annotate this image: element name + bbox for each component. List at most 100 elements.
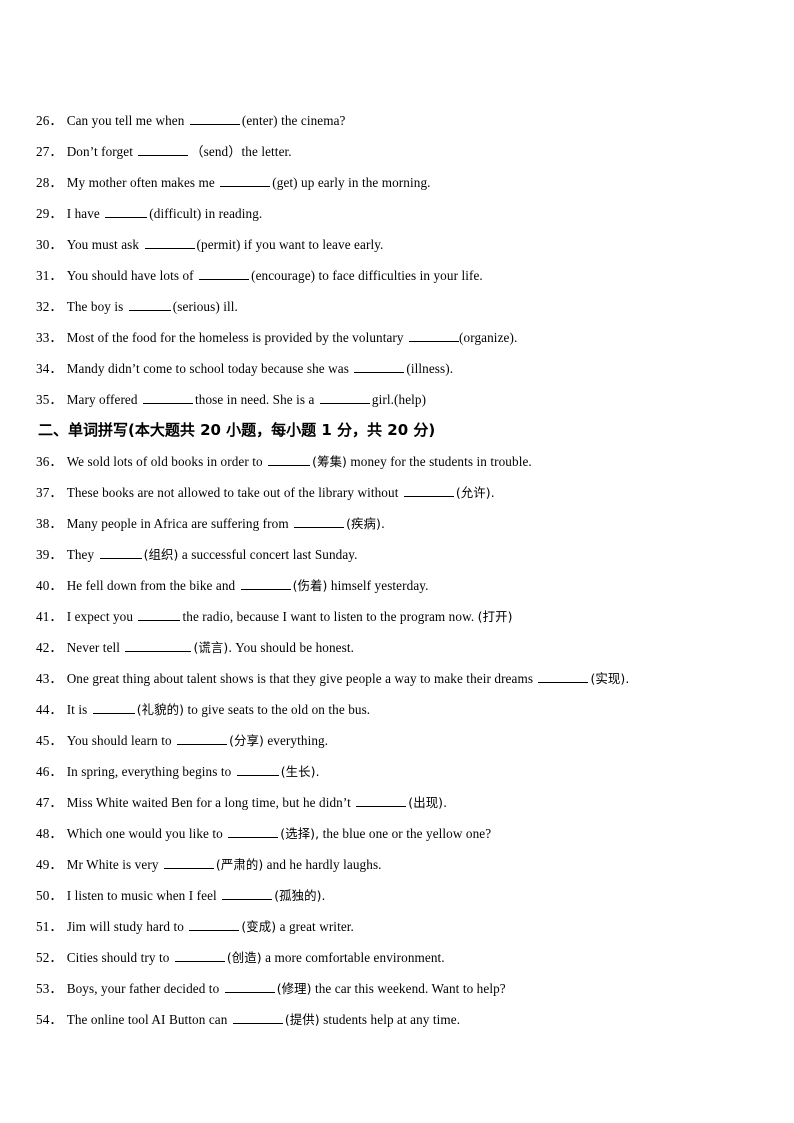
text-spacer: [263, 454, 266, 469]
answer-blank[interactable]: [232, 1012, 283, 1024]
answer-blank[interactable]: [189, 113, 240, 125]
answer-blank[interactable]: [177, 733, 228, 745]
question-text: You should be honest.: [235, 640, 354, 655]
text-spacer: [184, 113, 187, 128]
answer-blank[interactable]: [128, 299, 171, 311]
answer-blank[interactable]: [144, 237, 195, 249]
text-spacer: [215, 175, 218, 190]
answer-blank[interactable]: [220, 175, 271, 187]
text-spacer: [227, 1012, 230, 1027]
question-text: I listen to music when I feel: [66, 888, 217, 903]
text-spacer: [138, 392, 141, 407]
text-spacer: [398, 485, 401, 500]
text-spacer: [194, 268, 197, 283]
question-line: 54． The online tool AI Button can (提供) st…: [36, 1004, 758, 1035]
text-spacer: [172, 733, 175, 748]
answer-blank[interactable]: [228, 826, 279, 838]
answer-blank[interactable]: [294, 516, 345, 528]
chinese-hint: (提供): [284, 1012, 320, 1027]
question-number: 28．: [36, 175, 63, 190]
answer-blank[interactable]: [354, 361, 405, 373]
question-line: 38． Many people in Africa are suffering f…: [36, 508, 758, 539]
question-text: everything.: [267, 733, 329, 748]
question-line: 47． Miss White waited Ben for a long time…: [36, 787, 758, 818]
question-number: 26．: [36, 113, 63, 128]
question-number: 50．: [36, 888, 63, 903]
chinese-hint: (变成): [241, 919, 277, 934]
question-text: (serious) ill.: [172, 299, 238, 314]
answer-blank[interactable]: [163, 857, 214, 869]
question-number: 35．: [36, 392, 63, 407]
chinese-hint: (创造): [226, 950, 262, 965]
question-line: 37． These books are not allowed to take o…: [36, 477, 758, 508]
question-line: 53． Boys, your father decided to (修理) the…: [36, 973, 758, 1004]
question-line: 35． Mary offered those in need. She is a …: [36, 384, 758, 415]
question-number: 45．: [36, 733, 63, 748]
question-text: We sold lots of old books in order to: [66, 454, 263, 469]
answer-blank[interactable]: [240, 578, 291, 590]
answer-blank[interactable]: [403, 485, 454, 497]
text-spacer: [87, 702, 90, 717]
answer-blank[interactable]: [125, 640, 192, 652]
question-line: 27． Don’t forget （send）the letter.: [36, 136, 758, 167]
question-text: (illness).: [406, 361, 454, 376]
question-text: I have: [66, 206, 100, 221]
answer-blank[interactable]: [222, 888, 273, 900]
answer-blank[interactable]: [174, 950, 225, 962]
question-number: 29．: [36, 206, 63, 221]
question-text: These books are not allowed to take out …: [66, 485, 399, 500]
question-number: 44．: [36, 702, 63, 717]
chinese-hint: (礼貌的): [136, 702, 185, 717]
question-text: a more comfortable environment.: [265, 950, 445, 965]
chinese-hint: (允许).: [455, 485, 495, 500]
question-text: Don’t forget: [66, 144, 133, 159]
chinese-hint: (分享): [229, 733, 264, 748]
question-group-two: 36． We sold lots of old books in order to…: [36, 446, 758, 1035]
question-line: 49． Mr White is very (严肃的) and he hardly …: [36, 849, 758, 880]
answer-blank[interactable]: [92, 702, 135, 714]
question-text: himself yesterday.: [330, 578, 429, 593]
question-text: You should have lots of: [66, 268, 194, 283]
question-text: (difficult) in reading.: [149, 206, 263, 221]
chinese-hint: (选择),: [280, 826, 320, 841]
answer-blank[interactable]: [143, 392, 193, 404]
answer-blank[interactable]: [224, 981, 275, 993]
text-spacer: [133, 609, 136, 624]
question-line: 39． They (组织) a successful concert last S…: [36, 539, 758, 570]
question-text: the car this weekend. Want to help?: [314, 981, 506, 996]
question-line: 44． It is (礼貌的) to give seats to the old …: [36, 694, 758, 725]
answer-blank[interactable]: [409, 330, 460, 342]
answer-blank[interactable]: [236, 764, 279, 776]
answer-blank[interactable]: [199, 268, 250, 280]
question-number: 53．: [36, 981, 63, 996]
question-line: 45． You should learn to (分享) everything.: [36, 725, 758, 756]
chinese-hint: (严肃的): [215, 857, 264, 872]
question-text: Mary offered: [66, 392, 138, 407]
answer-blank[interactable]: [105, 206, 148, 218]
question-number: 36．: [36, 454, 63, 469]
chinese-hint: (修理): [276, 981, 312, 996]
question-text: a successful concert last Sunday.: [181, 547, 358, 562]
answer-blank[interactable]: [268, 454, 311, 466]
section-heading: 二、单词拼写(本大题共 20 小题，每小题 1 分，共 20 分): [38, 421, 436, 439]
question-number: 39．: [36, 547, 63, 562]
question-number: 38．: [36, 516, 63, 531]
text-spacer: [349, 361, 352, 376]
question-number: 52．: [36, 950, 63, 965]
answer-blank[interactable]: [189, 919, 240, 931]
answer-blank[interactable]: [99, 547, 142, 559]
answer-blank[interactable]: [138, 609, 181, 621]
answer-blank[interactable]: [356, 795, 407, 807]
question-number: 31．: [36, 268, 63, 283]
question-text: and he hardly laughs.: [266, 857, 382, 872]
text-spacer: [231, 764, 234, 779]
question-number: 32．: [36, 299, 63, 314]
question-text: to give seats to the old on the bus.: [187, 702, 371, 717]
question-text: (organize).: [459, 330, 518, 345]
answer-blank[interactable]: [138, 144, 189, 156]
question-line: 28． My mother often makes me (get) up ear…: [36, 167, 758, 198]
answer-blank[interactable]: [538, 671, 589, 683]
answer-blank[interactable]: [319, 392, 370, 404]
question-text: (enter) the cinema?: [241, 113, 346, 128]
text-spacer: [315, 392, 318, 407]
